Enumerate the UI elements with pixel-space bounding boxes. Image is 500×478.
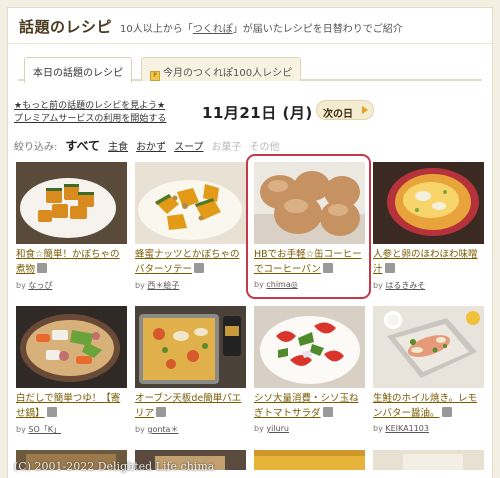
memo-icon[interactable] — [322, 407, 333, 417]
next-day-button[interactable]: 次の日 — [316, 100, 374, 120]
memo-icon[interactable] — [46, 407, 57, 417]
recipe-card[interactable]: 蜂蜜ナッツとかぼちゃのバターソテー by 西＊絵子 — [135, 162, 246, 291]
recipe-card[interactable]: 和食☆簡単！かぼちゃの煮物 by なっぴ — [16, 162, 127, 291]
memo-icon[interactable] — [194, 263, 205, 273]
recipe-card[interactable]: 人参と卵のほわほわ味噌汁 by はるきみそ — [373, 162, 484, 291]
filter-side[interactable]: おかず — [136, 138, 166, 153]
memo-icon[interactable] — [156, 407, 167, 417]
recipe-title[interactable]: 和食☆簡単！かぼちゃの煮物 — [16, 247, 127, 277]
recipe-author: by KEIKA1103 — [373, 424, 429, 433]
filter-other: その他 — [249, 142, 280, 153]
recipe-photo[interactable] — [373, 450, 484, 470]
section-subtitle: 10人以上から「つくれぽ」が届いたレシピを日替わりでご紹介 — [120, 24, 403, 35]
section-header: 話題のレシピ 10人以上から「つくれぽ」が届いたレシピを日替わりでご紹介 — [8, 8, 492, 44]
recipe-author: by yiluru — [254, 424, 289, 433]
recipe-card[interactable]: 生鮭のホイル焼き。レモンバター醤油。 by KEIKA1103 — [373, 306, 484, 433]
recipe-card[interactable]: 白だしで簡単つゆ！【寄せ鍋】 by SO「K」 — [16, 306, 127, 435]
arrow-right-icon — [362, 106, 368, 114]
premium-icon: P — [150, 71, 160, 81]
recipe-author: by 西＊絵子 — [135, 281, 180, 290]
premium-promo: ★もっと前の話題のレシピを見よう★ プレミアムサービスの利用を開始する — [14, 100, 166, 126]
premium-link-older[interactable]: ★もっと前の話題のレシピを見よう★ — [14, 100, 166, 113]
tsukurepo-link[interactable]: つくれぽ — [193, 24, 233, 35]
recipe-photo[interactable] — [135, 306, 246, 388]
recipe-card[interactable] — [254, 450, 365, 470]
recipe-card[interactable] — [373, 450, 484, 470]
recipe-photo[interactable] — [16, 162, 127, 244]
tab-bar: 本日の話題のレシピ P 今月のつくれぽ100人レシピ — [18, 57, 482, 83]
memo-icon[interactable] — [384, 263, 395, 273]
recipe-photo[interactable] — [373, 162, 484, 244]
recipe-photo[interactable] — [135, 162, 246, 244]
premium-link-start[interactable]: プレミアムサービスの利用を開始する — [14, 113, 166, 126]
recipe-title[interactable]: オーブン天板de簡単パエリア — [135, 391, 246, 421]
tab-monthly-100[interactable]: P 今月のつくれぽ100人レシピ — [141, 57, 302, 81]
recipe-card[interactable]: オーブン天板de簡単パエリア by gonta＊ — [135, 306, 246, 435]
memo-icon[interactable] — [37, 263, 48, 273]
recipe-photo[interactable] — [373, 306, 484, 388]
filter-sweets: お菓子 — [211, 142, 242, 153]
recipe-author: by gonta＊ — [135, 425, 179, 434]
recipe-photo[interactable] — [254, 450, 365, 470]
recipe-card[interactable]: シソ大量消費・シソ玉ねぎトマトサラダ by yiluru — [254, 306, 365, 433]
section-title: 話題のレシピ — [19, 18, 113, 36]
current-date: 11月21日 (月) — [202, 104, 313, 122]
recipe-author: by SO「K」 — [16, 425, 61, 434]
copyright-watermark: (C) 2001-2022 Delighted Life chima — [14, 460, 215, 473]
recipe-photo[interactable] — [254, 306, 365, 388]
filter-all[interactable]: すべて — [65, 137, 100, 154]
memo-icon[interactable] — [441, 407, 452, 417]
recipe-author: by なっぴ — [16, 281, 53, 290]
category-filter: 絞り込み: すべて 主食 おかず スープ お菓子 その他 — [14, 137, 287, 154]
highlight-outline — [246, 154, 371, 299]
recipe-title[interactable]: 生鮭のホイル焼き。レモンバター醤油。 — [373, 391, 484, 421]
recipe-title[interactable]: 人参と卵のほわほわ味噌汁 — [373, 247, 484, 277]
recipe-author: by はるきみそ — [373, 281, 426, 290]
recipe-photo[interactable] — [16, 306, 127, 388]
recipe-title[interactable]: シソ大量消費・シソ玉ねぎトマトサラダ — [254, 391, 365, 421]
filter-staple[interactable]: 主食 — [108, 138, 128, 153]
filter-soup[interactable]: スープ — [174, 138, 203, 153]
recipe-title[interactable]: 蜂蜜ナッツとかぼちゃのバターソテー — [135, 247, 246, 277]
tab-today[interactable]: 本日の話題のレシピ — [24, 57, 132, 83]
filter-label: 絞り込み: — [14, 142, 58, 153]
recipe-title[interactable]: 白だしで簡単つゆ！【寄せ鍋】 — [16, 391, 127, 421]
